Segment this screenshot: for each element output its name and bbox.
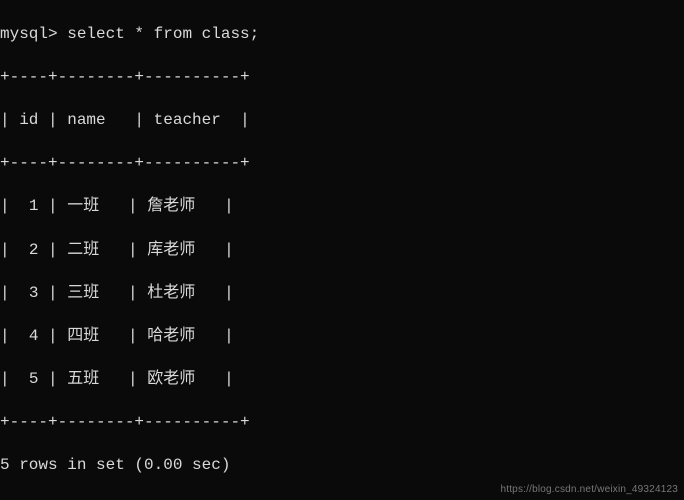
cell-teacher: 詹老师 <box>147 197 195 215</box>
prompt-line-1: mysql> select * from class; <box>0 24 684 46</box>
watermark-text: https://blog.csdn.net/weixin_49324123 <box>500 483 678 497</box>
cell-id: 2 <box>29 241 39 259</box>
cell-id: 5 <box>29 370 39 388</box>
query-select-1: select * from class; <box>67 25 259 43</box>
cell-name: 一班 <box>67 197 99 215</box>
col-teacher: teacher <box>154 111 221 129</box>
cell-teacher: 哈老师 <box>147 327 195 345</box>
result-summary: 5 rows in set (0.00 sec) <box>0 455 684 477</box>
table-border: +----+--------+----------+ <box>0 67 684 89</box>
table-row: | 4 | 四班 | 哈老师 | <box>0 326 684 348</box>
cell-id: 1 <box>29 197 39 215</box>
table-row: | 2 | 二班 | 库老师 | <box>0 240 684 262</box>
cell-name: 三班 <box>67 284 99 302</box>
mysql-terminal[interactable]: mysql> select * from class; +----+------… <box>0 0 684 500</box>
cell-name: 二班 <box>67 241 99 259</box>
cell-name: 四班 <box>67 327 99 345</box>
col-name: name <box>67 111 105 129</box>
cell-teacher: 库老师 <box>147 241 195 259</box>
cell-name: 五班 <box>67 370 99 388</box>
cell-teacher: 杜老师 <box>147 284 195 302</box>
table-row: | 1 | 一班 | 詹老师 | <box>0 196 684 218</box>
cell-id: 4 <box>29 327 39 345</box>
prompt: mysql> <box>0 25 58 43</box>
table-row: | 3 | 三班 | 杜老师 | <box>0 283 684 305</box>
table-border: +----+--------+----------+ <box>0 412 684 434</box>
table-header-row: | id | name | teacher | <box>0 110 684 132</box>
col-id: id <box>19 111 38 129</box>
table-border: +----+--------+----------+ <box>0 153 684 175</box>
table-row: | 5 | 五班 | 欧老师 | <box>0 369 684 391</box>
cell-id: 3 <box>29 284 39 302</box>
cell-teacher: 欧老师 <box>147 370 195 388</box>
